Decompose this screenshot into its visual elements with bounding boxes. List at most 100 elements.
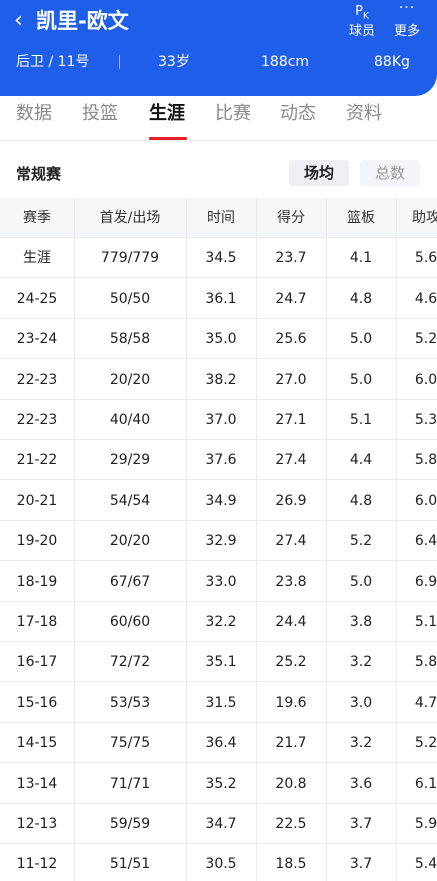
cell-minutes: 36.4 (205, 735, 237, 752)
cell-points: 27.4 (275, 452, 307, 469)
cell-rebounds: 3.7 (349, 816, 373, 832)
tab-divider (0, 140, 437, 141)
cell-rebounds: 3.8 (349, 614, 373, 630)
table-row: 17-18 60/60 32.2 24.4 3.8 5.1 (0, 602, 437, 642)
player-height: 188cm (261, 54, 310, 70)
cell-rebounds: 3.0 (349, 694, 373, 711)
header-minutes: 时间 (207, 210, 235, 226)
table-row: 18-19 67/67 33.0 23.8 5.0 6.9 (0, 562, 437, 602)
cell-season: 12-13 (16, 816, 58, 832)
tab-news[interactable]: 动态 (280, 102, 316, 126)
header-season: 赛季 (23, 210, 51, 226)
table-row: 21-22 29/29 37.6 27.4 4.4 5.8 (0, 440, 437, 481)
cell-starts-games: 779/779 (100, 250, 160, 267)
cell-starts-games: 58/58 (109, 331, 151, 348)
table-row: 12-13 59/59 34.7 22.5 3.7 5.9 (0, 804, 437, 844)
cell-minutes: 34.7 (205, 816, 237, 832)
pk-button-label[interactable]: 球员 (345, 24, 379, 40)
cell-season: 22-23 (16, 412, 58, 428)
header-rebounds: 篮板 (347, 210, 375, 226)
cell-starts-games: 71/71 (109, 775, 151, 792)
table-row: 20-21 54/54 34.9 26.9 4.8 6.0 (0, 481, 437, 521)
cell-starts-games: 75/75 (109, 735, 151, 752)
cell-points: 27.4 (275, 533, 307, 550)
cell-minutes: 35.0 (205, 331, 237, 348)
header-points: 得分 (277, 210, 305, 226)
tab-shooting[interactable]: 投篮 (82, 102, 118, 126)
cell-assists: 6.0 (414, 492, 437, 509)
more-button-label[interactable]: 更多 (390, 24, 424, 40)
tab-games[interactable]: 比赛 (215, 102, 251, 126)
toggle-per-game[interactable]: 场均 (289, 160, 349, 186)
table-row: 13-14 71/71 35.2 20.8 3.6 6.1 (0, 764, 437, 804)
table-row: 22-23 20/20 38.2 27.0 5.0 6.0 (0, 360, 437, 400)
cell-points: 19.6 (275, 694, 307, 711)
cell-minutes: 37.6 (205, 452, 237, 469)
cell-starts-games: 59/59 (109, 816, 151, 832)
cell-minutes: 32.2 (205, 614, 237, 630)
cell-minutes: 32.9 (205, 533, 237, 550)
cell-rebounds: 5.2 (349, 533, 373, 550)
table-row: 24-25 50/50 36.1 24.7 4.8 4.6 (0, 279, 437, 319)
cell-points: 23.8 (275, 573, 307, 590)
player-weight: 88Kg (374, 54, 410, 70)
cell-points: 27.1 (275, 412, 307, 428)
cell-rebounds: 5.0 (349, 331, 373, 348)
player-age: 33岁 (158, 54, 190, 70)
tab-data[interactable]: 数据 (16, 102, 52, 126)
cell-rebounds: 5.0 (349, 371, 373, 388)
cell-points: 26.9 (275, 492, 307, 509)
cell-season: 11-12 (16, 856, 58, 873)
info-divider (119, 55, 120, 69)
cell-season: 15-16 (16, 694, 58, 711)
cell-points: 27.0 (275, 371, 307, 388)
cell-rebounds: 3.2 (349, 735, 373, 752)
toggle-totals[interactable]: 总数 (360, 160, 420, 186)
cell-assists: 6.9 (414, 573, 437, 590)
cell-assists: 5.3 (414, 412, 437, 428)
cell-points: 20.8 (275, 775, 307, 792)
more-icon[interactable]: ··· (393, 0, 421, 16)
cell-rebounds: 3.6 (349, 775, 373, 792)
cell-season: 22-23 (16, 371, 58, 388)
cell-season: 13-14 (16, 775, 58, 792)
cell-points: 24.4 (275, 614, 307, 630)
table-row: 14-15 75/75 36.4 21.7 3.2 5.2 (0, 723, 437, 764)
cell-rebounds: 3.2 (349, 654, 373, 671)
cell-assists: 6.0 (414, 371, 437, 388)
cell-assists: 6.4 (414, 533, 437, 550)
tab-profile[interactable]: 资料 (346, 102, 382, 126)
cell-starts-games: 50/50 (109, 290, 151, 307)
cell-minutes: 38.2 (205, 371, 237, 388)
position-number: 后卫 / 11号 (16, 54, 90, 70)
column-divider (186, 198, 187, 881)
player-header: ‹ 凯里-欧文 PK 球员 ··· 更多 后卫 / 11号 33岁 188cm … (0, 0, 437, 96)
cell-assists: 4.7 (414, 694, 437, 711)
pk-icon[interactable]: PK (348, 4, 376, 25)
cell-season: 23-24 (16, 331, 58, 348)
table-row: 22-23 40/40 37.0 27.1 5.1 5.3 (0, 400, 437, 440)
cell-rebounds: 4.8 (349, 492, 373, 509)
cell-season: 18-19 (16, 573, 58, 590)
cell-assists: 4.6 (414, 290, 437, 307)
cell-minutes: 37.0 (205, 412, 237, 428)
back-icon[interactable]: ‹ (14, 8, 23, 34)
cell-rebounds: 3.7 (349, 856, 373, 873)
cell-starts-games: 60/60 (109, 614, 151, 630)
cell-points: 18.5 (275, 856, 307, 873)
player-name: 凯里-欧文 (36, 9, 129, 33)
cell-season: 24-25 (16, 290, 58, 307)
cell-starts-games: 20/20 (109, 533, 151, 550)
cell-minutes: 35.1 (205, 654, 237, 671)
cell-rebounds: 4.4 (349, 452, 373, 469)
tab-career[interactable]: 生涯 (149, 102, 185, 126)
cell-starts-games: 51/51 (109, 856, 151, 873)
cell-rebounds: 4.8 (349, 290, 373, 307)
column-divider (396, 198, 397, 881)
cell-minutes: 33.0 (205, 573, 237, 590)
cell-points: 22.5 (275, 816, 307, 832)
cell-starts-games: 40/40 (109, 412, 151, 428)
column-divider (256, 198, 257, 881)
tab-bar: 数据 投篮 生涯 比赛 动态 资料 (0, 96, 437, 140)
cell-minutes: 30.5 (205, 856, 237, 873)
